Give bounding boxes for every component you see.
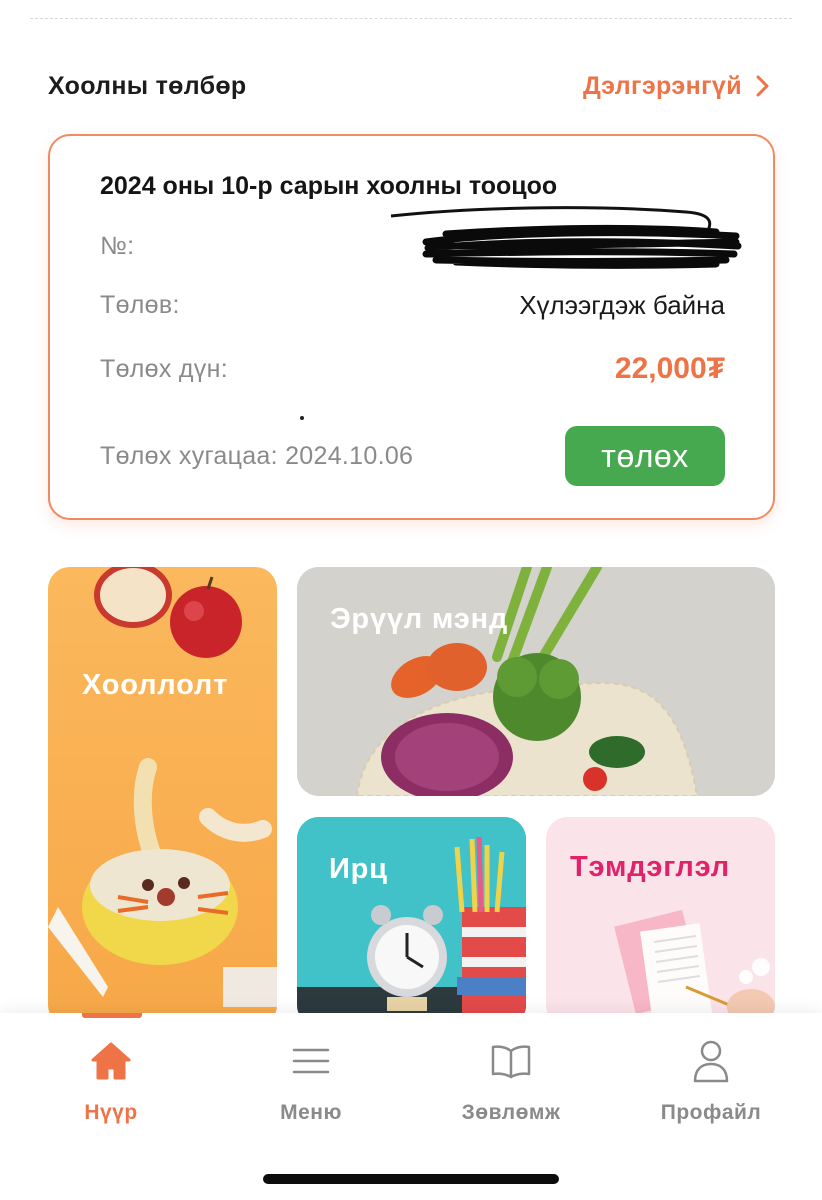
bill-amount-row: Төлөх дүн: 22,000₮ xyxy=(100,352,725,386)
bill-status-label: Төлөв: xyxy=(100,291,180,319)
bottom-tab-bar: Нүүр Меню Зөвлөмж Профайл xyxy=(0,1013,822,1200)
bill-due-row: Төлөх хугацаа: 2024.10.06 төлөх xyxy=(100,426,725,486)
tab-profile-label: Профайл xyxy=(660,1101,762,1124)
attendance-illustration xyxy=(297,817,526,1027)
tab-home-label: Нүүр xyxy=(84,1101,138,1124)
health-tile-label: Эрүүл мэнд xyxy=(330,603,509,635)
meals-tile-label: Хооллолт xyxy=(82,669,229,701)
tab-home[interactable]: Нүүр xyxy=(31,1039,191,1139)
bill-amount-label: Төлөх дүн: xyxy=(100,354,228,383)
meals-illustration xyxy=(48,567,277,1007)
details-link[interactable]: Дэлгэрэнгүй xyxy=(583,72,778,101)
book-icon xyxy=(489,1039,533,1083)
section-title: Хоолны төлбөр xyxy=(48,71,247,100)
stray-dot xyxy=(300,416,304,420)
health-tile[interactable]: Эрүүл мэнд xyxy=(297,567,775,796)
tab-advice[interactable]: Зөвлөмж xyxy=(431,1039,591,1139)
home-icon xyxy=(89,1039,133,1083)
home-indicator xyxy=(263,1174,559,1184)
bill-status-value: Хүлээгдэж байна xyxy=(519,290,725,320)
active-tab-indicator xyxy=(82,1013,142,1018)
top-divider xyxy=(30,18,792,19)
attendance-tile-label: Ирц xyxy=(329,853,388,885)
tab-profile[interactable]: Профайл xyxy=(631,1039,791,1139)
menu-icon xyxy=(289,1039,333,1083)
meals-tile[interactable]: Хооллолт xyxy=(48,567,277,1027)
details-link-label: Дэлгэрэнгүй xyxy=(582,71,742,100)
health-illustration xyxy=(297,567,775,796)
bill-amount-value: 22,000₮ xyxy=(614,352,725,385)
tab-menu-label: Меню xyxy=(280,1101,342,1124)
bill-card: 2024 оны 10-р сарын хоолны тооцоо №: Төл… xyxy=(48,134,775,520)
profile-icon xyxy=(689,1039,733,1083)
redaction-scribble xyxy=(390,206,742,269)
bill-title: 2024 оны 10-р сарын хоолны тооцоо xyxy=(100,172,558,200)
bill-number-label: №: xyxy=(100,232,135,260)
notes-illustration xyxy=(546,817,775,1027)
tab-advice-label: Зөвлөмж xyxy=(461,1101,561,1124)
pay-button[interactable]: төлөх xyxy=(565,426,725,486)
tab-menu[interactable]: Меню xyxy=(231,1039,391,1139)
meal-payment-header: Хоолны төлбөр Дэлгэрэнгүй xyxy=(48,66,778,106)
notes-tile[interactable]: Тэмдэглэл xyxy=(546,817,775,1027)
attendance-tile[interactable]: Ирц xyxy=(297,817,526,1027)
notes-tile-label: Тэмдэглэл xyxy=(570,851,730,883)
bill-due-label: Төлөх хугацаа: 2024.10.06 xyxy=(100,441,414,470)
chevron-right-icon xyxy=(756,75,778,97)
bill-status-row: Төлөв: Хүлээгдэж байна xyxy=(100,290,725,321)
